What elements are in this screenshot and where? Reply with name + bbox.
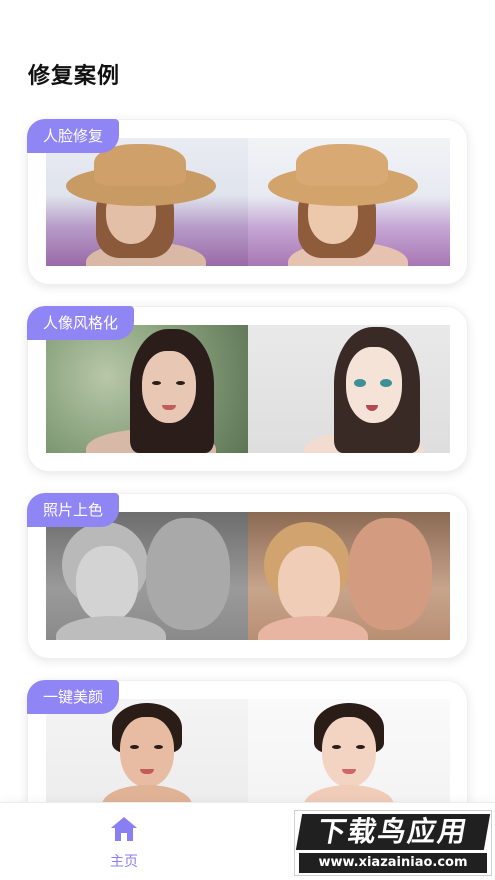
- after-photo: [248, 138, 450, 266]
- before-after-pair: [46, 325, 450, 453]
- nav-home-label: 主页: [110, 854, 138, 870]
- nav-item-home[interactable]: 主页: [98, 815, 150, 871]
- case-tag: 照片上色: [27, 493, 120, 527]
- case-tag: 人脸修复: [27, 119, 120, 153]
- case-card-portrait-stylize[interactable]: 人像风格化: [27, 306, 468, 472]
- app-screen: 修复案例 人脸修复 人像风格化 照片上色 一键美颜 主页 下载鸟应用 www.x…: [0, 0, 495, 880]
- case-tag: 人像风格化: [27, 306, 135, 340]
- before-after-pair: [46, 138, 450, 266]
- after-photo: [248, 512, 450, 640]
- before-photo: [46, 325, 248, 453]
- case-card-colorize[interactable]: 照片上色: [27, 493, 468, 659]
- watermark-logo: 下载鸟应用 www.xiazainiao.com: [294, 810, 492, 876]
- page-title: 修复案例: [28, 64, 121, 89]
- case-card-face-repair[interactable]: 人脸修复: [27, 119, 468, 285]
- home-icon: [109, 815, 139, 847]
- watermark-url-text: www.xiazainiao.com: [299, 853, 487, 873]
- watermark-main-text: 下载鸟应用: [295, 814, 491, 850]
- case-tag: 一键美颜: [27, 680, 120, 714]
- before-photo: [46, 512, 248, 640]
- before-after-pair: [46, 512, 450, 640]
- after-photo: [248, 325, 450, 453]
- before-photo: [46, 138, 248, 266]
